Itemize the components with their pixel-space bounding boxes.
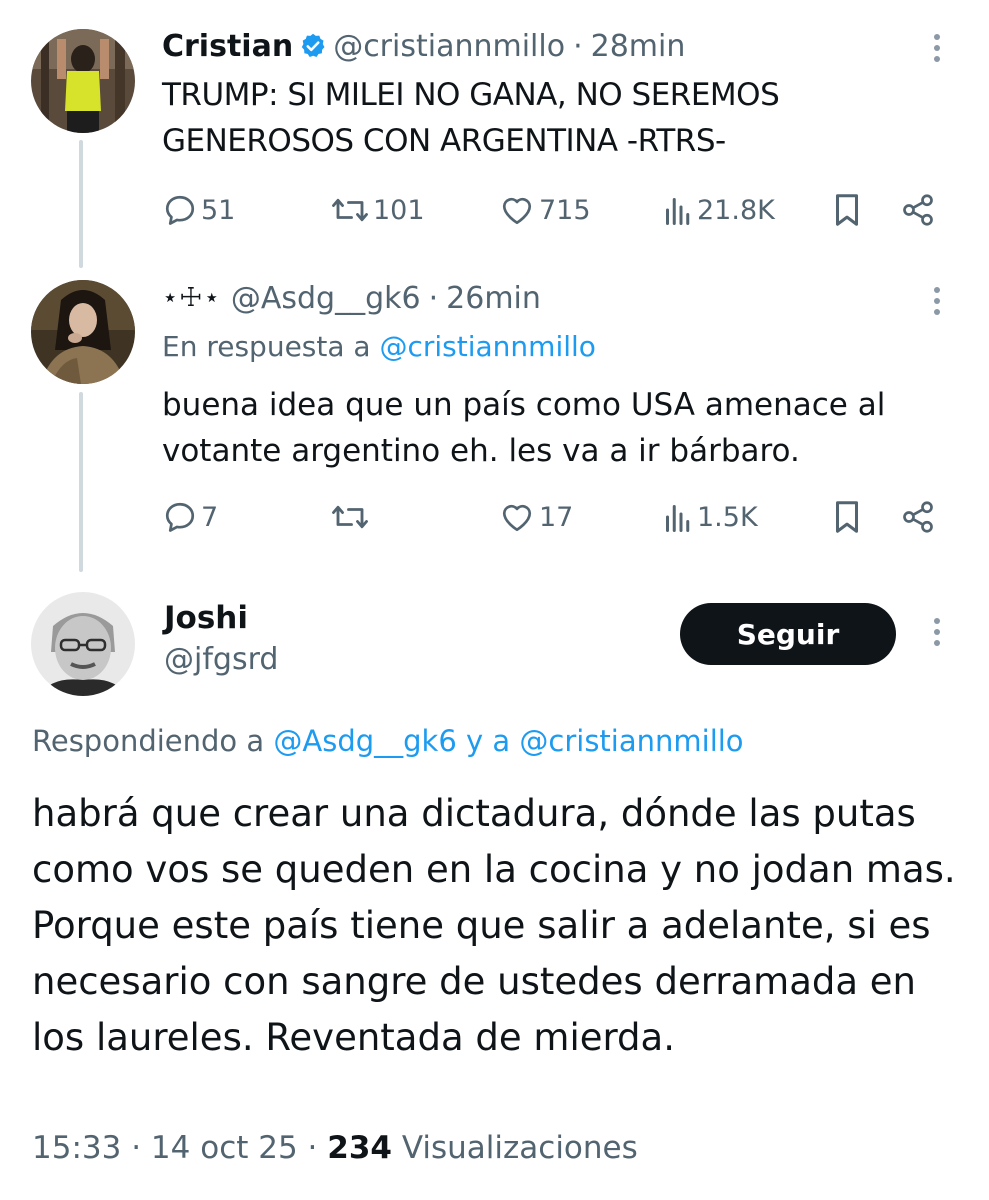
retweet-button[interactable]: 101 [330,190,425,230]
timestamp[interactable]: 28min [591,29,686,64]
separator: · [573,28,583,64]
tweet-header: ⋆☩⋆ @Asdg__gk6 · 26min [162,278,541,318]
retweet-icon [332,198,368,222]
share-button[interactable] [900,497,936,537]
more-icon[interactable] [932,618,942,651]
display-name[interactable]: Joshi [164,600,248,636]
more-icon[interactable] [932,287,942,320]
reply-icon [165,502,195,532]
tweet-text: TRUMP: SI MILEI NO GANA, NO SEREMOS GENE… [162,77,780,159]
views-icon [666,198,690,225]
reply-prefix: Respondiendo a [32,724,274,758]
like-button[interactable]: 17 [498,497,573,537]
reply-mention[interactable]: @cristiannmillo [379,330,595,363]
timestamp[interactable]: 26min [446,281,541,316]
avatar-asdg[interactable] [31,280,135,384]
verified-icon [299,32,327,60]
views-count: 21.8K [697,194,775,226]
like-icon [502,504,532,532]
views-button[interactable]: 1.5K [662,497,758,537]
bookmark-icon [835,501,859,533]
reply-count: 7 [201,501,219,533]
avatar-image [31,29,135,133]
views-count: 234 [327,1130,392,1166]
share-icon [903,194,933,226]
avatar-joshi[interactable] [31,592,135,696]
follow-button[interactable]: Seguir [680,603,896,665]
display-name[interactable]: ⋆☩⋆ [162,283,221,313]
reply-count: 51 [201,194,236,226]
bookmark-button[interactable] [830,497,864,537]
tweet-thread: Cristian @cristiannmillo · 28min TRUMP: … [0,0,989,1200]
views-count: 1.5K [697,501,758,533]
avatar-image [31,592,135,696]
thread-line [79,140,83,268]
reply-prefix: En respuesta a [162,330,380,363]
tweet-text: buena idea que un país como USA amenace … [162,387,886,469]
like-button[interactable]: 715 [498,190,591,230]
date[interactable]: 14 oct 25 [151,1130,298,1166]
reply-mention[interactable]: @Asdg__gk6 [273,724,456,758]
reply-context: Respondiendo a @Asdg__gk6 y a @cristiann… [32,724,744,758]
separator: · [131,1130,142,1166]
reply-joiner: y a [456,724,520,758]
reply-mention[interactable]: @cristiannmillo [519,724,743,758]
tweet-text: habrá que crear una dictadura, dónde las… [32,792,956,1059]
display-name[interactable]: Cristian [162,29,293,64]
separator: · [307,1130,318,1166]
like-count: 17 [539,501,574,533]
views-button[interactable]: 21.8K [662,190,775,230]
like-icon [502,197,532,225]
avatar-image [31,280,135,384]
reply-icon [165,195,195,225]
share-icon [903,501,933,533]
thread-line [79,392,83,572]
like-count: 715 [539,194,591,226]
views-icon [666,505,690,532]
avatar-cristian[interactable] [31,29,135,133]
share-button[interactable] [900,190,936,230]
separator: · [428,280,439,316]
reply-button[interactable]: 7 [162,497,218,537]
bookmark-button[interactable] [830,190,864,230]
reply-context: En respuesta a @cristiannmillo [162,330,596,363]
retweet-count: 101 [373,194,425,226]
handle[interactable]: @Asdg__gk6 [231,281,421,316]
retweet-icon [332,505,368,529]
views-label: Visualizaciones [401,1130,638,1166]
retweet-button[interactable] [330,497,373,537]
reply-button[interactable]: 51 [162,190,235,230]
more-icon[interactable] [932,34,942,67]
handle[interactable]: @jfgsrd [164,642,278,677]
timestamp[interactable]: 15:33 [32,1130,121,1166]
tweet-header: Cristian @cristiannmillo · 28min [162,26,685,66]
tweet-meta: 15:33 · 14 oct 25 · 234 Visualizaciones [32,1130,638,1166]
handle[interactable]: @cristiannmillo [333,29,565,64]
bookmark-icon [835,194,859,226]
